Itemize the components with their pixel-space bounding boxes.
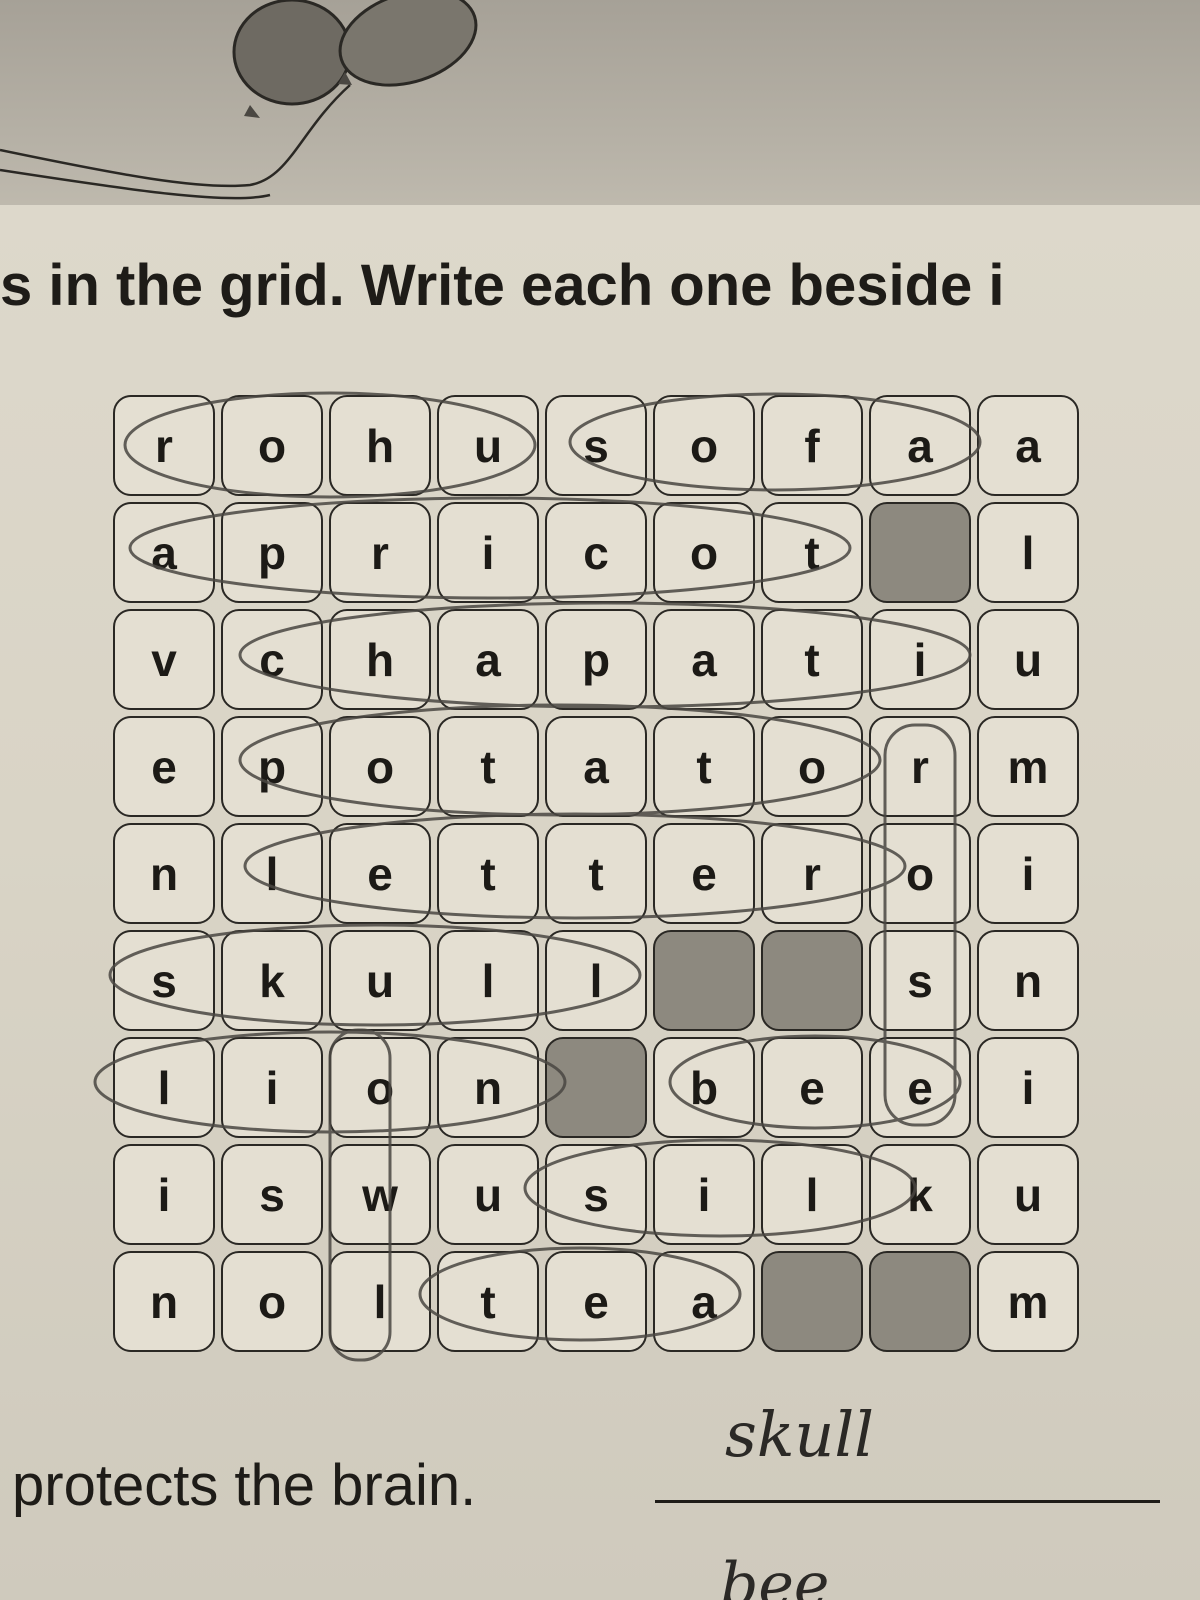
grid-cell: r	[869, 716, 971, 817]
grid-cell: a	[437, 609, 539, 710]
grid-cell: u	[437, 395, 539, 496]
grid-cell: k	[221, 930, 323, 1031]
grid-cell: r	[329, 502, 431, 603]
grid-cell: s	[221, 1144, 323, 1245]
grid-cell: v	[113, 609, 215, 710]
grid-cell: i	[653, 1144, 755, 1245]
grid-cell: e	[113, 716, 215, 817]
grid-cell: l	[977, 502, 1079, 603]
grid-cell: i	[221, 1037, 323, 1138]
grid-cell: l	[221, 823, 323, 924]
grid-cell-blank	[869, 502, 971, 603]
grid-cell: l	[329, 1251, 431, 1352]
handwritten-answer-next: bee	[720, 1550, 830, 1600]
instruction-text: s in the grid. Write each one beside i	[0, 253, 1005, 318]
grid-cell: n	[437, 1037, 539, 1138]
grid-cell: k	[869, 1144, 971, 1245]
grid-cell: a	[653, 1251, 755, 1352]
grid-cell: t	[437, 716, 539, 817]
grid-cell: n	[113, 1251, 215, 1352]
grid-cell: e	[869, 1037, 971, 1138]
grid-cell: m	[977, 1251, 1079, 1352]
grid-cell: o	[869, 823, 971, 924]
grid-cell: l	[437, 930, 539, 1031]
grid-cell: p	[221, 716, 323, 817]
grid-cell: o	[329, 1037, 431, 1138]
grid-cell: r	[113, 395, 215, 496]
grid-cell: m	[977, 716, 1079, 817]
grid-cell: i	[437, 502, 539, 603]
grid-cell: n	[113, 823, 215, 924]
grid-cell: l	[113, 1037, 215, 1138]
grid-cell: a	[977, 395, 1079, 496]
grid-cell: r	[761, 823, 863, 924]
grid-cell: s	[113, 930, 215, 1031]
grid-cell: e	[761, 1037, 863, 1138]
grid-cell: o	[653, 395, 755, 496]
grid-cell: u	[977, 609, 1079, 710]
grid-cell: s	[545, 395, 647, 496]
grid-cell: e	[329, 823, 431, 924]
grid-cell: u	[329, 930, 431, 1031]
grid-cell: n	[977, 930, 1079, 1031]
grid-cell: a	[113, 502, 215, 603]
grid-cell: a	[545, 716, 647, 817]
grid-cell: o	[653, 502, 755, 603]
grid-cell-blank	[545, 1037, 647, 1138]
grid-cell: u	[977, 1144, 1079, 1245]
grid-cell: o	[221, 1251, 323, 1352]
grid-cell: s	[545, 1144, 647, 1245]
handwritten-answer: skull	[725, 1398, 874, 1471]
grid-cell: s	[869, 930, 971, 1031]
grid-cell: i	[977, 823, 1079, 924]
previous-page	[0, 0, 1200, 235]
grid-cell: t	[437, 823, 539, 924]
grid-cell: t	[653, 716, 755, 817]
grid-cell: t	[545, 823, 647, 924]
grid-cell: p	[545, 609, 647, 710]
balloons-illustration	[0, 0, 478, 200]
grid-cell: c	[545, 502, 647, 603]
grid-cell: e	[653, 823, 755, 924]
grid-cell: o	[221, 395, 323, 496]
clue-text: protects the brain.	[12, 1453, 477, 1518]
grid-cell: l	[545, 930, 647, 1031]
grid-cell: i	[977, 1037, 1079, 1138]
grid-cell: h	[329, 395, 431, 496]
grid-cell: a	[869, 395, 971, 496]
grid-cell: i	[113, 1144, 215, 1245]
grid-cell: h	[329, 609, 431, 710]
grid-cell-blank	[761, 930, 863, 1031]
grid-cell: t	[761, 502, 863, 603]
grid-cell: w	[329, 1144, 431, 1245]
grid-cell: f	[761, 395, 863, 496]
grid-cell: b	[653, 1037, 755, 1138]
word-search-grid: rohusofaaapricotlvchapatiuepotatormnlett…	[110, 392, 1082, 1355]
grid-cell: t	[437, 1251, 539, 1352]
grid-cell: e	[545, 1251, 647, 1352]
grid-cell: o	[329, 716, 431, 817]
grid-cell: a	[653, 609, 755, 710]
grid-cell: c	[221, 609, 323, 710]
grid-cell: i	[869, 609, 971, 710]
grid-cell-blank	[653, 930, 755, 1031]
grid-cell: l	[761, 1144, 863, 1245]
grid-cell: o	[761, 716, 863, 817]
grid-cell-blank	[761, 1251, 863, 1352]
answer-line	[655, 1500, 1160, 1503]
grid-cell: t	[761, 609, 863, 710]
grid-cell: p	[221, 502, 323, 603]
grid-cell-blank	[869, 1251, 971, 1352]
grid-cell: u	[437, 1144, 539, 1245]
